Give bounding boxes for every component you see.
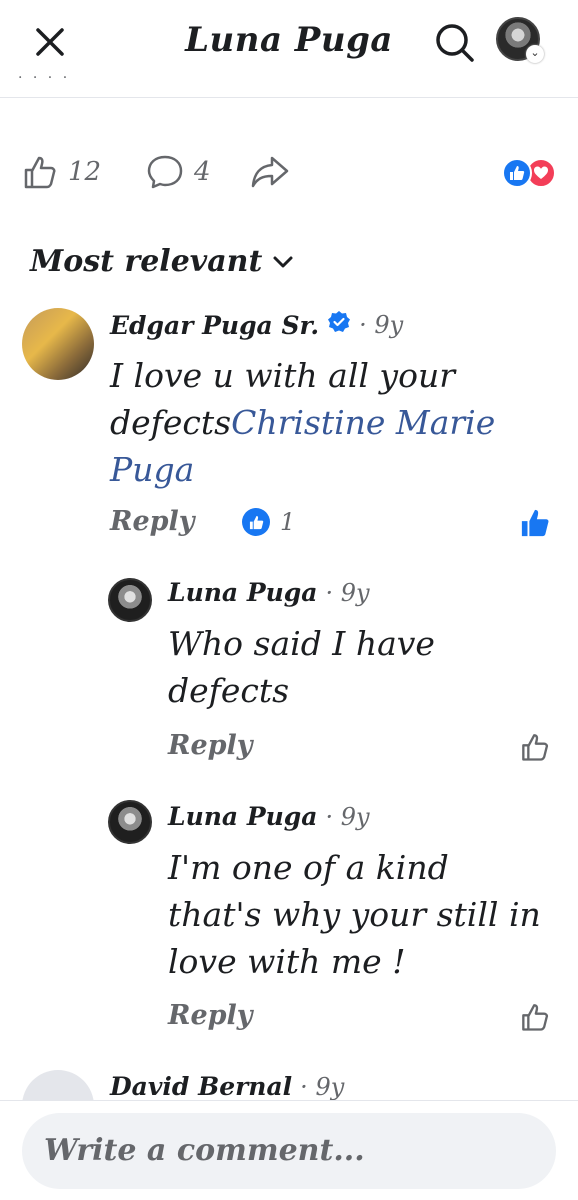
top-bar: Luna Puga ⌄ · · · ·: [0, 0, 578, 98]
reply-button[interactable]: Reply: [168, 1000, 252, 1031]
reply-button[interactable]: Reply: [110, 506, 194, 537]
more-dots: · · · ·: [18, 70, 71, 86]
verified-badge-icon: [327, 310, 351, 340]
comment-time: · 9y: [300, 1072, 345, 1101]
comment-button[interactable]: 4: [146, 154, 211, 190]
comment-time-value: 9y: [340, 578, 370, 607]
author-name[interactable]: Edgar Puga Sr.: [110, 311, 319, 340]
comment-text-line: love with me !: [168, 942, 406, 981]
comment-author[interactable]: Edgar Puga Sr. · 9y: [110, 310, 403, 340]
comment-time-value: 9y: [315, 1072, 345, 1101]
thumbs-up-icon: [521, 509, 549, 537]
like-reaction-icon: [502, 158, 532, 188]
comment-like-button[interactable]: [520, 508, 550, 542]
comment-text-line: I'm one of a kind: [168, 848, 449, 887]
sort-dropdown[interactable]: Most relevant: [30, 244, 294, 279]
comment-text: I'm one of a kind that's why your still …: [168, 844, 568, 985]
comment-text: Who said I have defects: [168, 620, 558, 714]
mention-link[interactable]: Christine Marie: [231, 403, 495, 442]
chevron-down-icon: [273, 256, 293, 267]
mention-link[interactable]: Puga: [110, 446, 550, 493]
comment-time-value: 9y: [340, 802, 370, 831]
comment-text-fragment: defects: [110, 403, 232, 442]
page-title: Luna Puga: [185, 20, 393, 60]
comment-time: · 9y: [325, 578, 370, 607]
comment-like-button[interactable]: [520, 1002, 550, 1036]
comment-composer: Write a comment...: [0, 1100, 578, 1200]
avatar[interactable]: [108, 578, 152, 622]
search-icon[interactable]: [432, 20, 478, 66]
comment-like-button[interactable]: [520, 732, 550, 766]
author-name[interactable]: David Bernal: [110, 1072, 292, 1101]
author-name[interactable]: Luna Puga: [168, 802, 318, 831]
chevron-down-icon: ⌄: [526, 45, 544, 63]
reply-button[interactable]: Reply: [168, 730, 252, 761]
thumbs-up-icon: [522, 1004, 549, 1031]
comment-text-line: I love u with all your: [110, 356, 455, 395]
like-count: 12: [68, 157, 102, 187]
author-name[interactable]: Luna Puga: [168, 578, 318, 607]
sort-label: Most relevant: [30, 244, 263, 279]
comment-time: · 9y: [325, 802, 370, 831]
like-button[interactable]: 12: [22, 154, 101, 190]
comment-author[interactable]: Luna Puga · 9y: [168, 802, 370, 831]
comment-input[interactable]: Write a comment...: [22, 1113, 556, 1189]
post-action-bar: 12 4: [0, 150, 578, 202]
share-icon: [251, 156, 289, 188]
comment-icon: [147, 155, 183, 189]
comment-time: · 9y: [359, 311, 404, 339]
comment-count: 4: [194, 157, 211, 187]
comment-text: I love u with all your defectsChristine …: [110, 352, 550, 493]
comment-text-line: Who said I have: [168, 624, 435, 663]
share-button[interactable]: [250, 154, 300, 190]
comment-author[interactable]: David Bernal · 9y: [110, 1072, 344, 1101]
comment-text-line: defectsChristine Marie: [110, 399, 550, 446]
comment-reaction-count[interactable]: 1: [242, 508, 295, 536]
like-reaction-icon: [242, 508, 270, 536]
profile-avatar-button[interactable]: ⌄: [496, 17, 546, 63]
reaction-count: 1: [280, 508, 296, 536]
avatar[interactable]: [108, 800, 152, 844]
comment-time-value: 9y: [374, 311, 404, 339]
thumbs-up-icon: [24, 156, 56, 189]
reaction-summary[interactable]: [502, 158, 556, 188]
comment-text-line: defects: [168, 671, 290, 710]
avatar[interactable]: [22, 308, 94, 380]
thumbs-up-icon: [522, 734, 549, 761]
comment-text-line: that's why your still in: [168, 895, 541, 934]
comment-author[interactable]: Luna Puga · 9y: [168, 578, 370, 607]
